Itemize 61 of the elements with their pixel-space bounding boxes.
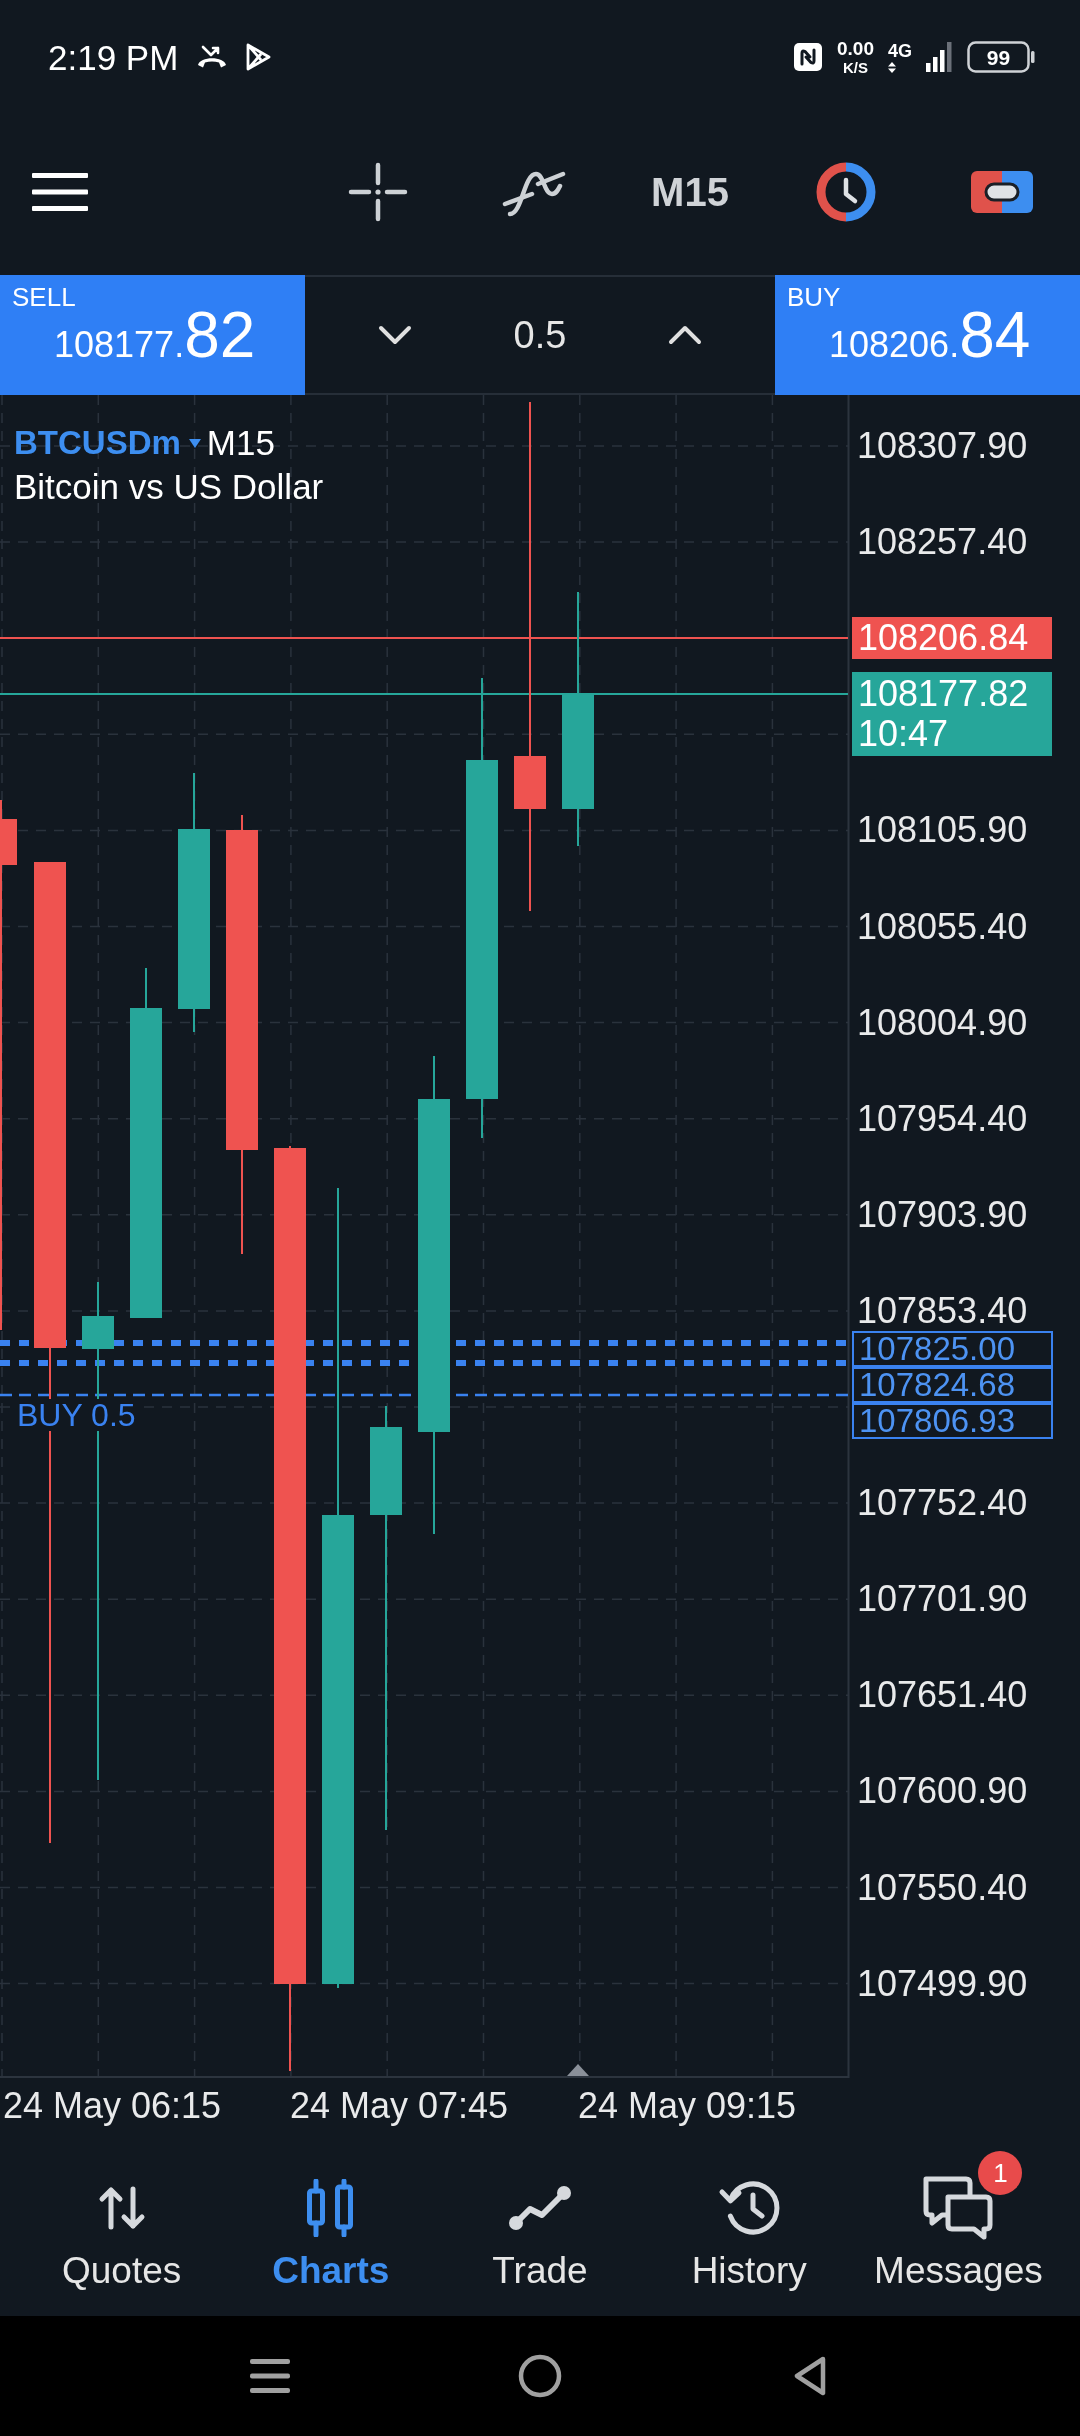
order-label: BUY 0.5 bbox=[15, 1399, 138, 1431]
network-speed-unit: K/S bbox=[843, 60, 868, 75]
chevron-down-icon bbox=[378, 325, 412, 345]
nav-tab[interactable]: Messages 1 bbox=[853, 2135, 1063, 2316]
back-icon[interactable] bbox=[793, 2356, 827, 2396]
price-axis-label: 108105.90 bbox=[857, 812, 1028, 849]
price-axis-label: 108055.40 bbox=[857, 908, 1028, 945]
line-chart-icon bbox=[508, 2185, 572, 2231]
nav-tab[interactable]: Trade bbox=[435, 2135, 645, 2316]
nfc-icon bbox=[793, 42, 823, 72]
menu-icon[interactable] bbox=[32, 172, 88, 211]
price-axis-label: 107853.40 bbox=[857, 1292, 1028, 1329]
crosshair-icon[interactable] bbox=[348, 161, 408, 222]
nav-tab[interactable]: Charts bbox=[226, 2135, 436, 2316]
price-axis-label: 107550.40 bbox=[857, 1869, 1028, 1906]
timeframe-button[interactable]: M15 bbox=[651, 171, 729, 212]
order-price-tag: 107806.93 bbox=[852, 1403, 1053, 1439]
network-type: 4G bbox=[888, 41, 912, 60]
notification-badge: 1 bbox=[978, 2151, 1023, 2195]
volume-field[interactable]: 0.5 bbox=[513, 316, 567, 354]
price-axis-label: 108004.90 bbox=[857, 1004, 1028, 1041]
price-axis-label: 107701.90 bbox=[857, 1581, 1028, 1618]
marker-icon bbox=[567, 2064, 589, 2076]
price-axis-label: 108307.90 bbox=[857, 428, 1028, 464]
price-axis-label: 107651.40 bbox=[857, 1677, 1028, 1714]
toggle-icon[interactable] bbox=[971, 170, 1033, 213]
caret-icon bbox=[188, 438, 201, 448]
buy-button[interactable]: BUY 108206.84 bbox=[775, 275, 1080, 395]
home-icon[interactable] bbox=[518, 2354, 562, 2398]
network-speed: 0.00 bbox=[837, 39, 874, 58]
sell-button[interactable]: SELL 108177.82 bbox=[0, 275, 305, 395]
menu-icon[interactable] bbox=[250, 2359, 290, 2393]
price-axis-label: 107954.40 bbox=[857, 1100, 1028, 1137]
symbol-name[interactable]: BTCUSDm bbox=[14, 421, 181, 465]
ask-price-tag: 108206.84 bbox=[852, 617, 1052, 659]
time-axis-label: 24 May 06:15 bbox=[3, 2084, 222, 2128]
nav-tab[interactable]: History bbox=[644, 2135, 854, 2316]
time-axis-label: 24 May 09:15 bbox=[578, 2084, 797, 2128]
clock-icon[interactable] bbox=[815, 160, 877, 223]
chevron-up-icon bbox=[668, 325, 702, 345]
price-axis-label: 108257.40 bbox=[857, 524, 1028, 561]
time-axis-label: 24 May 07:45 bbox=[290, 2084, 509, 2128]
price-axis-label: 107903.90 bbox=[857, 1196, 1028, 1233]
chart-timeframe: M15 bbox=[206, 422, 275, 464]
price-axis-label: 107600.90 bbox=[857, 1773, 1028, 1810]
symbol-description: Bitcoin vs US Dollar bbox=[14, 466, 324, 508]
play-icon bbox=[244, 42, 273, 72]
data-arrows-icon bbox=[888, 61, 896, 73]
bar-countdown: 10:47 bbox=[858, 714, 949, 754]
price-axis-label: 107499.90 bbox=[857, 1965, 1028, 2002]
price-axis-label: 107752.40 bbox=[857, 1485, 1028, 1522]
order-price-tag: 107824.68 bbox=[852, 1367, 1053, 1403]
bid-price: 108177.82 bbox=[858, 674, 1029, 714]
arrows-icon bbox=[97, 2185, 146, 2231]
battery-indicator: 99 bbox=[967, 41, 1035, 73]
history-icon bbox=[717, 2178, 782, 2238]
missed-call-icon bbox=[196, 44, 229, 70]
status-time: 2:19 PM bbox=[48, 39, 179, 75]
nav-tab[interactable]: Quotes bbox=[17, 2135, 227, 2316]
signal-icon bbox=[926, 42, 953, 72]
order-price-tag: 107825.00 bbox=[852, 1331, 1053, 1367]
